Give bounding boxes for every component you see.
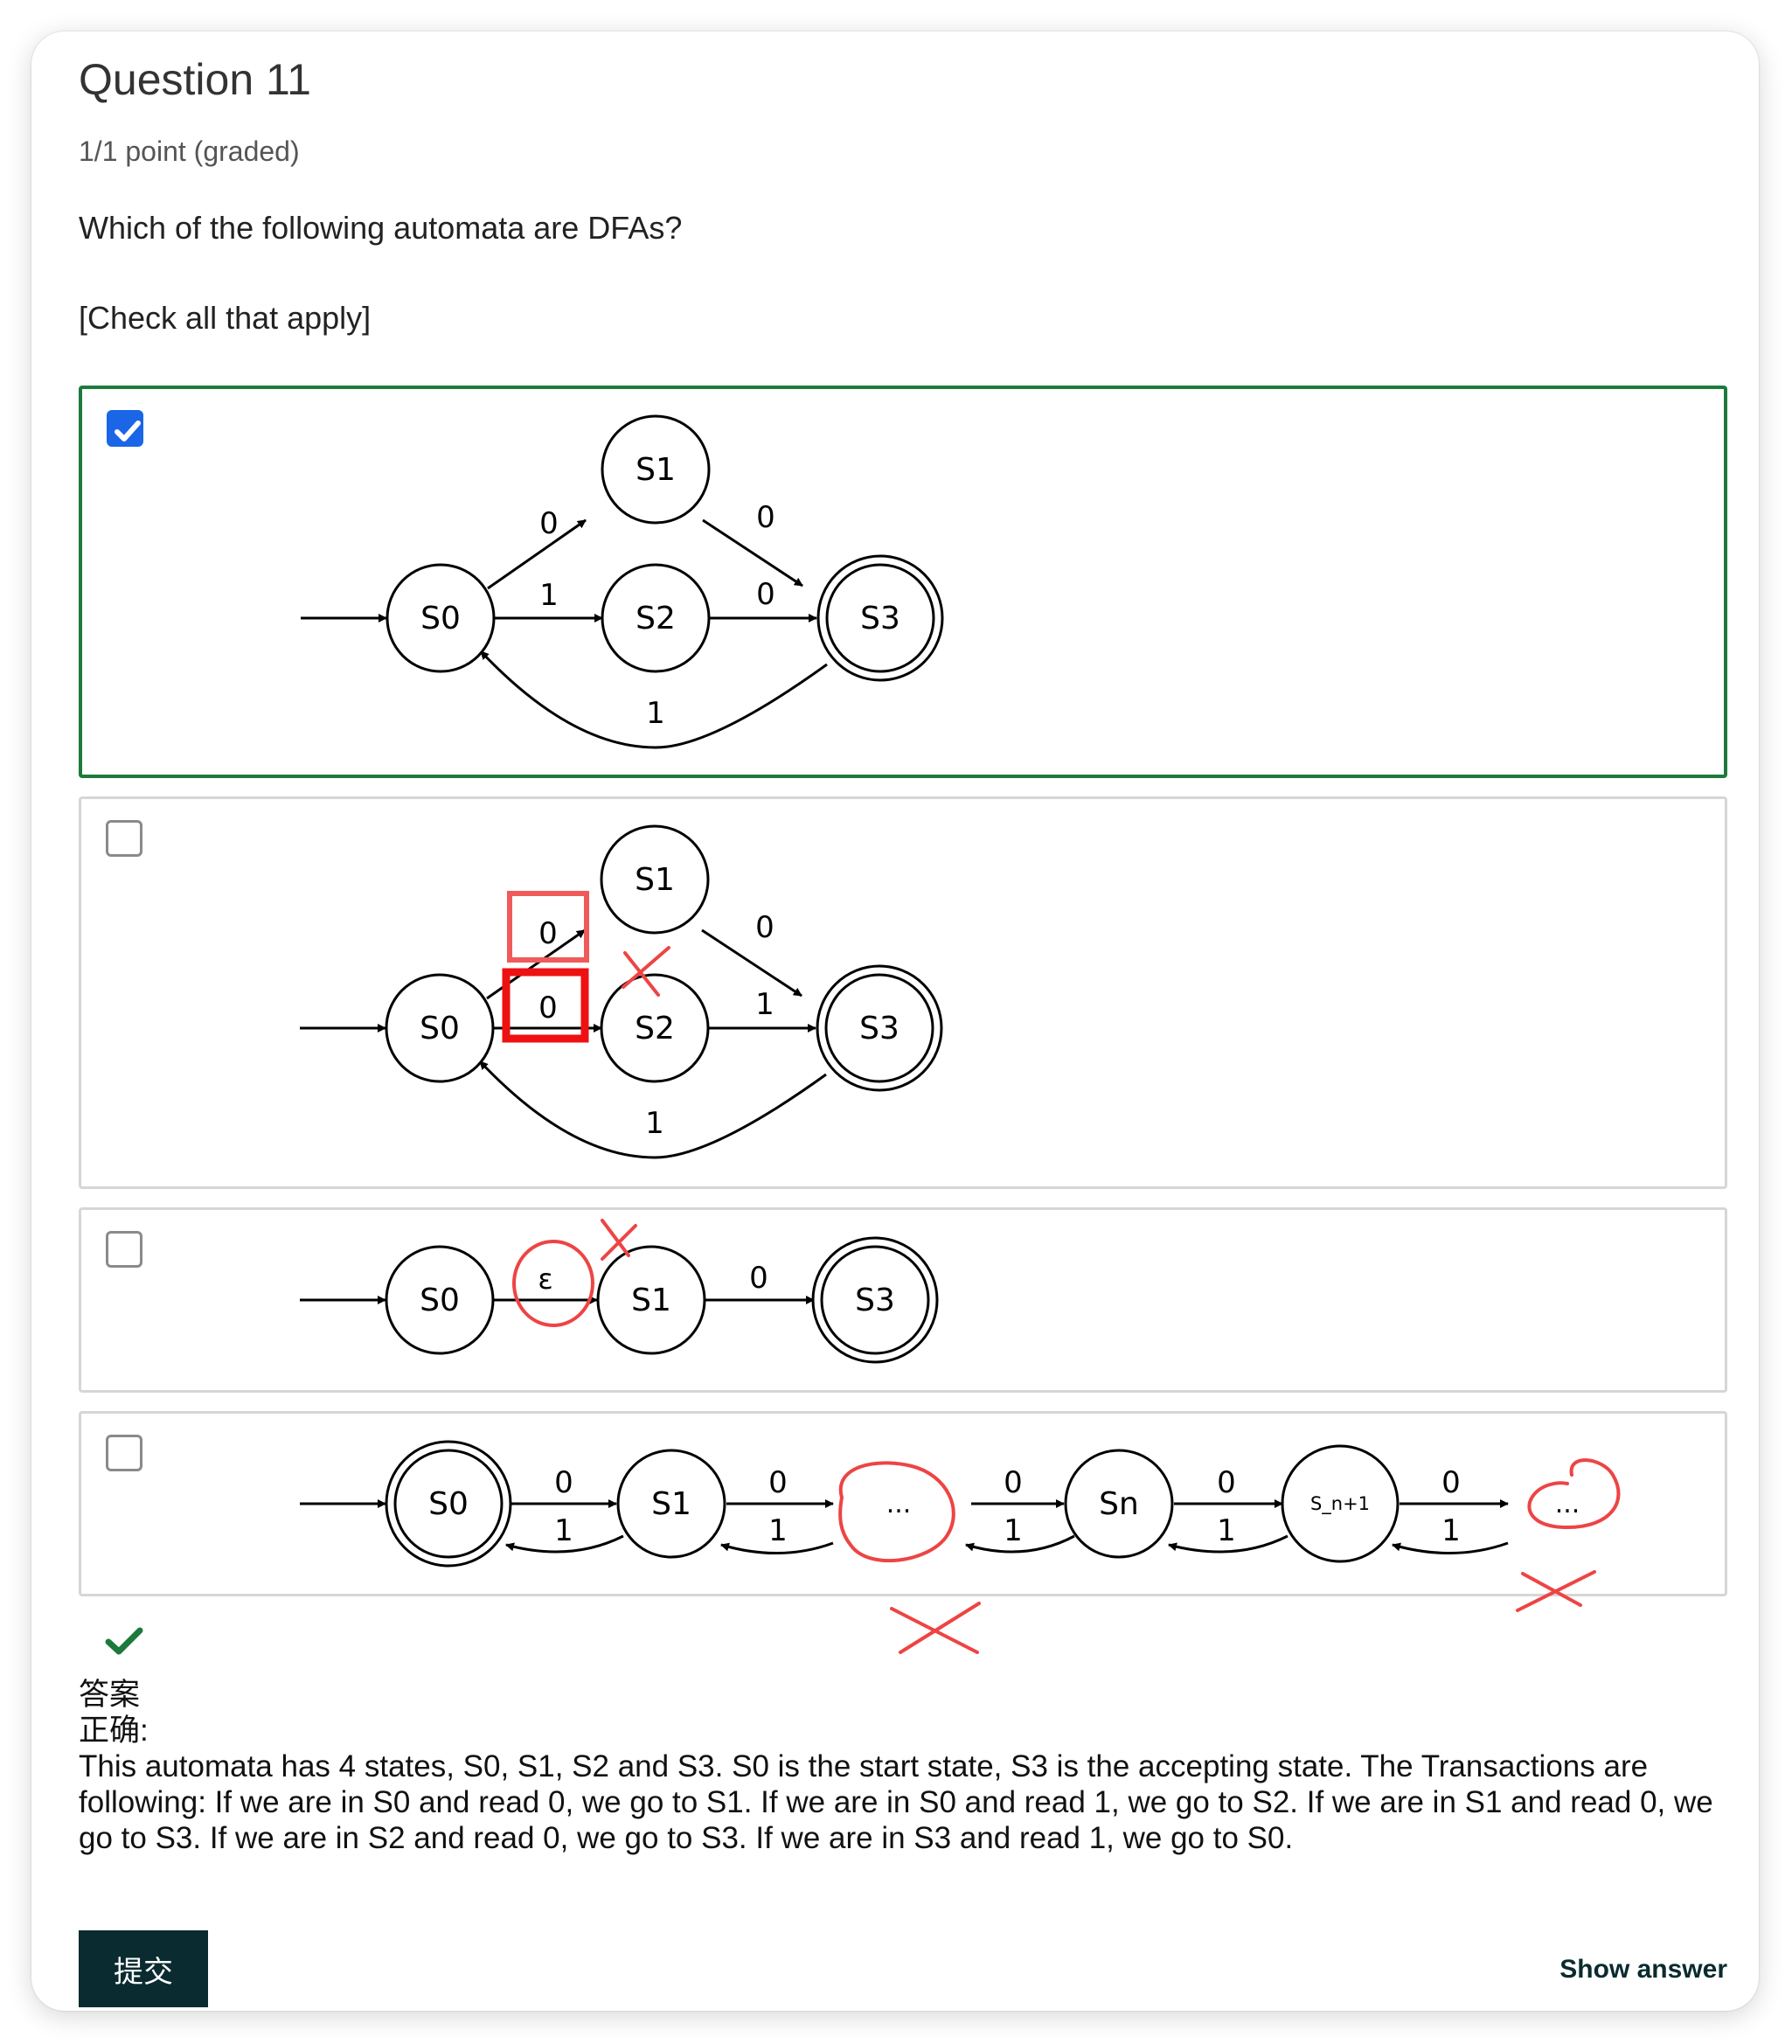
edge-label: 1 [768,1513,788,1548]
state-label: S1 [651,1486,691,1522]
choice-2[interactable]: S0 S1 S2 S3 0 0 0 1 1 [79,796,1727,1189]
automaton-diagram-1: S0 S1 S2 S3 0 1 0 0 1 [301,414,944,749]
state-label: S2 [636,601,676,636]
edge-s0-s1 [486,928,586,1000]
show-answer-link[interactable]: Show answer [1559,1955,1727,1985]
edge-label: 0 [756,577,775,612]
edge-label: 0 [755,910,774,945]
state-label: S0 [420,1283,460,1318]
edge-label: 0 [538,991,558,1025]
annotation-circle [512,1240,594,1327]
edge-label: 0 [554,1465,573,1500]
answer-explanation: This automata has 4 states, S0, S1, S2 a… [79,1749,1713,1855]
edge-label: 0 [539,506,559,541]
edge-label: 1 [1217,1513,1236,1548]
edge-s0-s1 [487,518,587,590]
state-label: S1 [635,862,675,898]
choice-1[interactable]: S0 S1 S2 S3 0 1 0 0 1 [79,386,1727,778]
edge-s1-s3 [701,928,802,998]
edge-label: 0 [1217,1465,1236,1500]
state-label: S0 [428,1486,469,1522]
question-prompt: Which of the following automata are DFAs… [79,210,683,246]
question-hint: [Check all that apply] [79,300,372,336]
edge-label: 1 [646,696,665,731]
edge-label: 1 [539,578,559,613]
state-label: S0 [420,601,461,636]
state-label: S3 [855,1283,895,1318]
edge-label: 1 [645,1106,664,1141]
edge-label: 1 [755,987,774,1022]
automaton-diagram-2: S0 S1 S2 S3 0 0 0 1 1 [300,824,943,1159]
state-label: ... [1555,1489,1580,1519]
state-label: S2 [635,1011,675,1046]
edge-label: 0 [749,1261,768,1296]
annotation-cross [1516,1570,1596,1612]
state-label: S0 [420,1011,460,1046]
edge-label: 0 [756,500,775,535]
annotation-cross [890,1602,981,1654]
edge-label: 0 [538,916,558,951]
edge-label: 0 [1441,1465,1461,1500]
state-label: Sn [1099,1486,1139,1522]
submit-button[interactable]: 提交 [79,1930,208,2007]
choice-4[interactable]: S0 S1 ... Sn S_n+1 ... 0 1 0 1 0 1 0 1 0… [79,1411,1727,1596]
edge-label: 0 [1004,1465,1023,1500]
automaton-diagram-3: S0 S1 S3 ε 0 [300,1219,939,1364]
answer-heading: 答案 [79,1678,141,1712]
edge-label: 1 [1004,1513,1023,1548]
correct-label: 正确: [79,1714,149,1748]
automaton-diagram-4: S0 S1 ... Sn S_n+1 ... 0 1 0 1 0 1 0 1 0… [300,1440,1621,1568]
state-label: S1 [636,452,676,488]
state-label: S1 [631,1283,671,1318]
check-icon [105,1627,143,1655]
edge-label: 1 [1441,1513,1461,1548]
answer-section: 答案 正确: This automata has 4 states, S0, S… [79,1677,1740,1856]
choice-3[interactable]: S0 S1 S3 ε 0 [79,1207,1727,1393]
edge-label: ε [538,1262,552,1296]
edge-label: 1 [554,1513,573,1548]
edge-s1-s3 [702,518,803,587]
state-label: S3 [860,601,900,636]
state-label: S_n+1 [1310,1493,1370,1515]
question-title: Question 11 [79,55,311,104]
state-label: ... [886,1489,912,1519]
question-points: 1/1 point (graded) [79,136,300,167]
edge-label: 0 [768,1465,788,1500]
state-label: S3 [859,1011,899,1046]
